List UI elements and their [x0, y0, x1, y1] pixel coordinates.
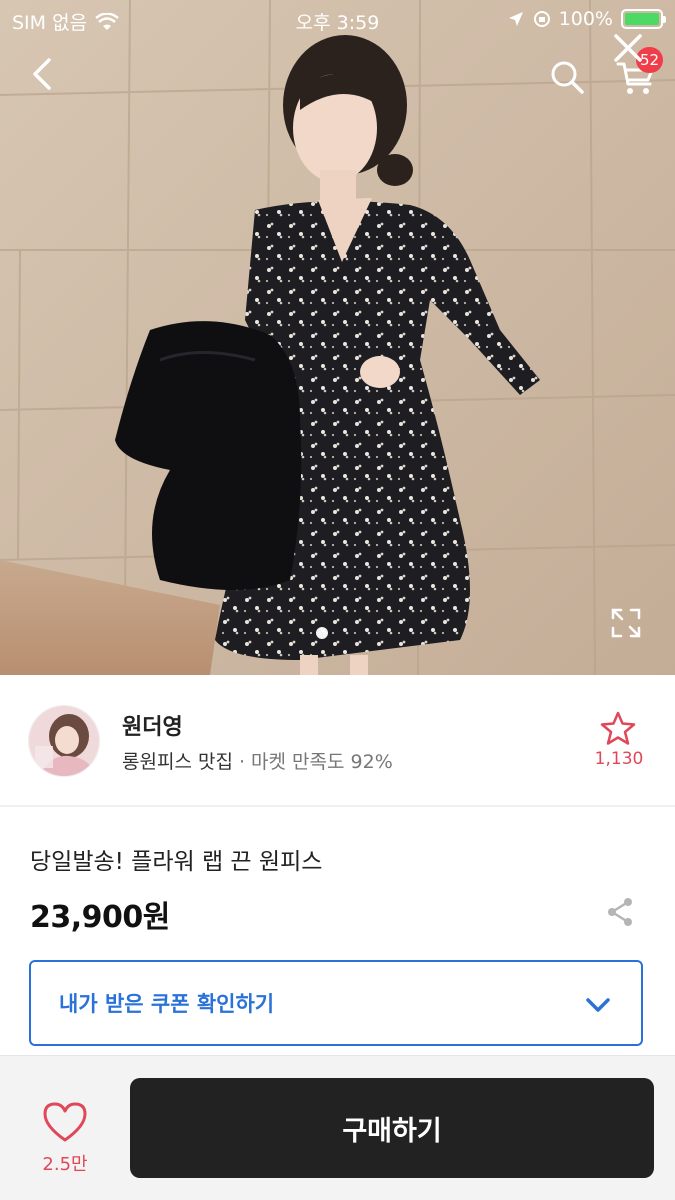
seller-avatar[interactable] — [28, 705, 100, 777]
location-arrow-icon — [508, 12, 523, 26]
product-image[interactable]: SIM 없음 오후 3:59 100% 52 — [0, 0, 675, 675]
gallery-page-indicator — [316, 627, 328, 639]
seller-subtitle: 롱원피스 맛집 · 마켓 만족도 92% — [122, 747, 393, 774]
orientation-lock-icon — [533, 11, 550, 27]
heart-icon[interactable] — [42, 1101, 88, 1143]
bottom-action-bar: 2.5만 구매하기 — [0, 1055, 675, 1200]
seller-tagline: 롱원피스 맛집 — [122, 751, 233, 773]
search-icon[interactable] — [546, 56, 588, 98]
chevron-down-icon — [586, 998, 610, 1012]
expand-icon[interactable] — [609, 606, 643, 640]
favorite-count: 1,130 — [594, 749, 644, 769]
status-bar: SIM 없음 오후 3:59 100% — [0, 0, 675, 38]
like-count: 2.5만 — [42, 1154, 88, 1175]
coupon-label: 내가 받은 쿠폰 확인하기 — [59, 992, 275, 1016]
market-satisfaction: · 마켓 만족도 92% — [238, 751, 393, 773]
star-icon[interactable] — [600, 711, 636, 745]
seller-info[interactable]: 원더영 롱원피스 맛집 · 마켓 만족도 92% 1,130 — [0, 675, 675, 805]
close-icon[interactable] — [610, 30, 646, 66]
buy-button[interactable]: 구매하기 — [130, 1078, 654, 1178]
section-divider — [0, 805, 675, 807]
seller-name: 원더영 — [122, 715, 183, 740]
product-page: SIM 없음 오후 3:59 100% 52 원더영 롱원피스 맛집 · 마켓 … — [0, 0, 675, 1200]
product-price: 23,900원 — [30, 900, 170, 935]
product-title: 당일발송! 플라워 랩 끈 원피스 — [30, 849, 323, 875]
back-icon[interactable] — [22, 52, 66, 96]
battery-percent: 100% — [558, 8, 613, 30]
battery-icon — [621, 9, 666, 29]
product-photo — [0, 0, 675, 675]
share-icon[interactable] — [604, 896, 636, 928]
coupon-button[interactable]: 내가 받은 쿠폰 확인하기 — [29, 960, 643, 1046]
